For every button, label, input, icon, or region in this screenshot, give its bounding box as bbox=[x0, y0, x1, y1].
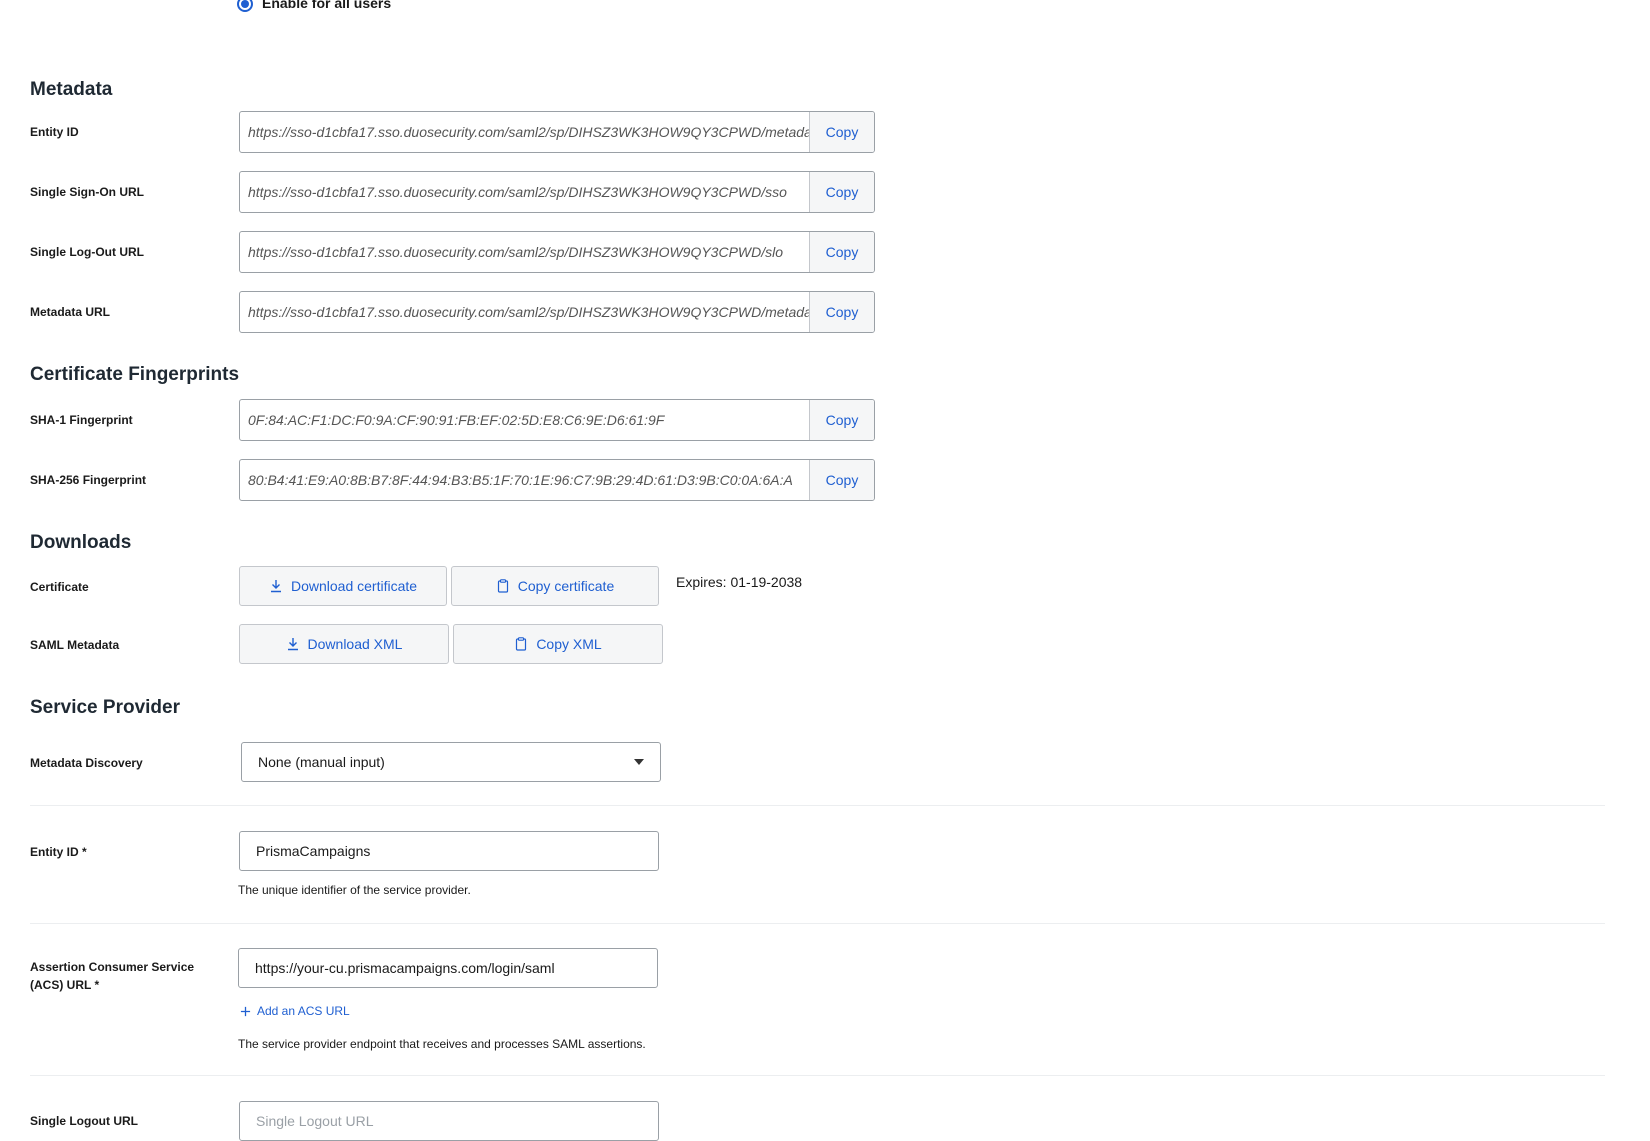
copy-sha256-button[interactable]: Copy bbox=[809, 460, 874, 500]
divider bbox=[30, 923, 1605, 924]
download-icon bbox=[287, 638, 298, 651]
download-certificate-label: Download certificate bbox=[290, 578, 418, 594]
download-certificate-button[interactable]: Download certificate bbox=[239, 566, 447, 606]
sp-entity-id-help: The unique identifier of the service pro… bbox=[238, 883, 471, 897]
divider bbox=[30, 1075, 1605, 1076]
caret-down-icon bbox=[634, 759, 644, 765]
copy-slo-url-button[interactable]: Copy bbox=[809, 232, 874, 272]
certificate-expiry: Expires: 01-19-2038 bbox=[676, 574, 803, 590]
add-acs-url-label: Add an ACS URL bbox=[257, 1004, 350, 1018]
metadata-discovery-value: None (manual input) bbox=[258, 754, 385, 770]
acs-url-help: The service provider endpoint that recei… bbox=[238, 1037, 646, 1051]
enable-all-users-label: Enable for all users bbox=[262, 0, 392, 11]
acs-label-line2: (ACS) URL bbox=[30, 978, 92, 992]
copy-certificate-label: Copy certificate bbox=[517, 578, 615, 594]
required-mark: * bbox=[94, 978, 100, 992]
label-metadata-url: Metadata URL bbox=[30, 305, 111, 319]
label-sha256: SHA-256 Fingerprint bbox=[30, 473, 147, 487]
clipboard-icon bbox=[516, 637, 527, 651]
metadata-url-field: https://sso-d1cbfa17.sso.duosecurity.com… bbox=[239, 291, 875, 333]
section-title-fingerprints: Certificate Fingerprints bbox=[30, 364, 240, 385]
copy-sha1-button[interactable]: Copy bbox=[809, 400, 874, 440]
copy-entity-id-button[interactable]: Copy bbox=[809, 112, 874, 152]
sso-url-field: https://sso-d1cbfa17.sso.duosecurity.com… bbox=[239, 171, 875, 213]
label-entity-id: Entity ID bbox=[30, 125, 79, 139]
entity-id-field: https://sso-d1cbfa17.sso.duosecurity.com… bbox=[239, 111, 875, 153]
download-icon bbox=[270, 580, 281, 593]
label-slo-url: Single Log-Out URL bbox=[30, 245, 144, 259]
enable-all-users-radio[interactable] bbox=[237, 0, 253, 12]
metadata-url-value[interactable]: https://sso-d1cbfa17.sso.duosecurity.com… bbox=[240, 292, 809, 332]
sha1-value[interactable]: 0F:84:AC:F1:DC:F0:9A:CF:90:91:FB:EF:02:5… bbox=[240, 400, 809, 440]
label-certificate: Certificate bbox=[30, 580, 89, 594]
sha1-field: 0F:84:AC:F1:DC:F0:9A:CF:90:91:FB:EF:02:5… bbox=[239, 399, 875, 441]
copy-xml-button[interactable]: Copy XML bbox=[453, 624, 663, 664]
section-title-downloads: Downloads bbox=[30, 532, 132, 553]
label-acs-url: Assertion Consumer Service (ACS) URL * bbox=[30, 958, 194, 994]
download-xml-button[interactable]: Download XML bbox=[239, 624, 449, 664]
clipboard-icon bbox=[497, 579, 508, 593]
copy-certificate-button[interactable]: Copy certificate bbox=[451, 566, 659, 606]
add-acs-url-link[interactable]: Add an ACS URL bbox=[240, 1004, 350, 1018]
sp-entity-id-input[interactable]: PrismaCampaigns bbox=[239, 831, 659, 871]
single-logout-url-input[interactable]: Single Logout URL bbox=[239, 1101, 659, 1141]
download-xml-label: Download XML bbox=[307, 636, 403, 652]
label-saml-metadata: SAML Metadata bbox=[30, 638, 120, 652]
slo-url-value[interactable]: https://sso-d1cbfa17.sso.duosecurity.com… bbox=[240, 232, 809, 272]
label-metadata-discovery: Metadata Discovery bbox=[30, 756, 143, 770]
sp-entity-id-label-text: Entity ID bbox=[30, 845, 79, 859]
required-mark: * bbox=[82, 845, 87, 859]
section-title-service-provider: Service Provider bbox=[30, 697, 180, 718]
label-single-logout-url: Single Logout URL bbox=[30, 1114, 138, 1128]
sso-url-value[interactable]: https://sso-d1cbfa17.sso.duosecurity.com… bbox=[240, 172, 809, 212]
divider bbox=[30, 805, 1605, 806]
label-sso-url: Single Sign-On URL bbox=[30, 185, 144, 199]
section-title-metadata: Metadata bbox=[30, 79, 113, 100]
metadata-discovery-select[interactable]: None (manual input) bbox=[241, 742, 661, 782]
entity-id-value[interactable]: https://sso-d1cbfa17.sso.duosecurity.com… bbox=[240, 112, 809, 152]
acs-url-input[interactable]: https://your-cu.prismacampaigns.com/logi… bbox=[238, 948, 658, 988]
sha256-value[interactable]: 80:B4:41:E9:A0:8B:B7:8F:44:94:B3:B5:1F:7… bbox=[240, 460, 809, 500]
slo-url-field: https://sso-d1cbfa17.sso.duosecurity.com… bbox=[239, 231, 875, 273]
copy-metadata-url-button[interactable]: Copy bbox=[809, 292, 874, 332]
sha256-field: 80:B4:41:E9:A0:8B:B7:8F:44:94:B3:B5:1F:7… bbox=[239, 459, 875, 501]
label-sp-entity-id: Entity ID * bbox=[30, 843, 87, 861]
copy-xml-label: Copy XML bbox=[536, 636, 602, 652]
acs-label-line1: Assertion Consumer Service bbox=[30, 960, 195, 974]
copy-sso-url-button[interactable]: Copy bbox=[809, 172, 874, 212]
plus-icon bbox=[240, 1006, 251, 1016]
label-sha1: SHA-1 Fingerprint bbox=[30, 413, 133, 427]
